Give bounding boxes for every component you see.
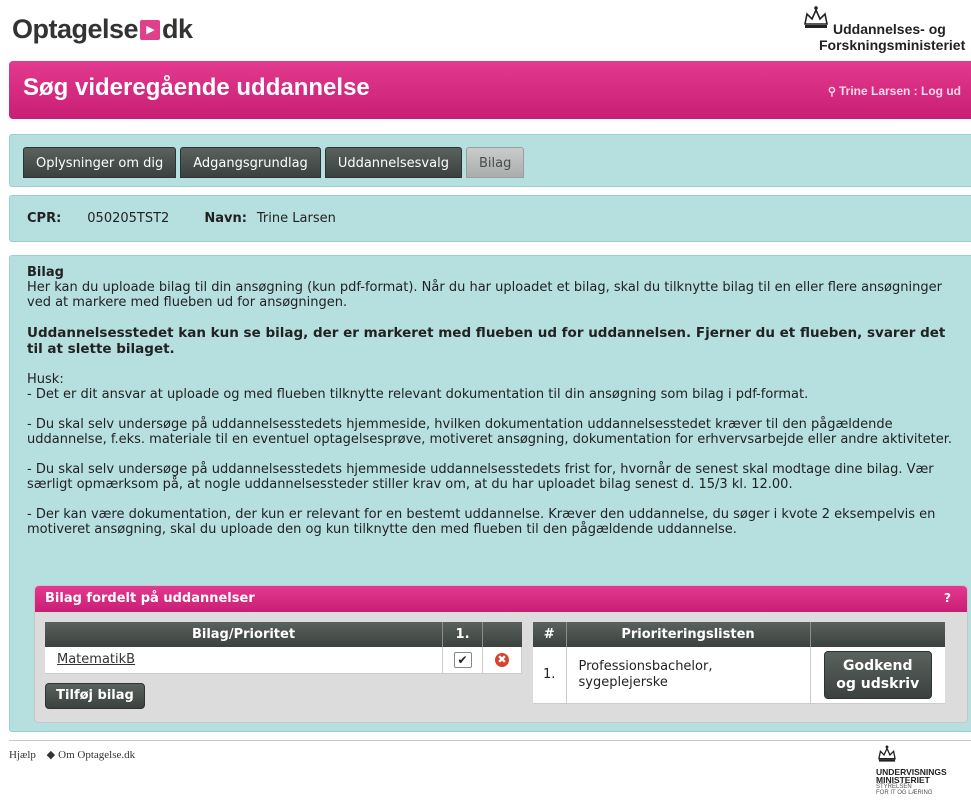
delete-icon[interactable]: ✖ — [495, 653, 509, 668]
warning-text: Uddannelsesstedet kan kun se bilag, der … — [27, 325, 946, 357]
user-icon: ⚲ — [827, 86, 836, 98]
tab-uddannelsesvalg[interactable]: Uddannelsesvalg — [324, 147, 462, 178]
page-title: Søg videregående uddannelse — [23, 74, 370, 101]
uvm-line4: FOR IT OG LÆRING — [876, 790, 933, 796]
tab-oplysninger[interactable]: Oplysninger om dig — [23, 147, 177, 178]
about-link[interactable]: ◆ Om Optagelse.dk — [47, 749, 135, 761]
bilag-main-panel: Bilag Her kan du uploade bilag til din a… — [9, 255, 971, 732]
logo-text-right: dk — [162, 14, 193, 44]
tab-adgangsgrundlag[interactable]: Adgangsgrundlag — [180, 147, 321, 178]
col-prioriteringslisten: Prioriteringslisten — [566, 622, 811, 647]
priority-table: # Prioriteringslisten 1. Professionsbach… — [533, 622, 945, 704]
name-label: Navn: — [204, 211, 247, 226]
col-number: # — [533, 622, 567, 647]
tag-icon: ◆ — [46, 749, 56, 761]
instruction-point-3: - Du skal selv undersøge på uddannelsess… — [27, 462, 934, 492]
ministry-name-line1: Uddannelses- og — [833, 21, 946, 37]
approve-label-line1: Godkend — [842, 657, 913, 674]
attach-checkbox[interactable]: ✔ — [453, 651, 472, 668]
table-row: 1. Professionsbachelor, sygeplejerske Go… — [533, 647, 945, 704]
approve-print-button[interactable]: Godkend og udskriv — [823, 650, 932, 699]
user-logout-label: Trine Larsen : Log ud — [838, 84, 961, 98]
ministry-logo: Uddannelses- og Forskningsministeriet — [801, 4, 971, 54]
add-bilag-button[interactable]: Tilføj bilag — [45, 683, 145, 709]
bilag-distribution-box: Bilag fordelt på uddannelser ? Bilag/Pri… — [34, 585, 968, 723]
bilag-file-link[interactable]: MatematikB — [57, 652, 135, 667]
logo-text-left: Optagelse — [12, 14, 139, 44]
instruction-point-2: - Du skal selv undersøge på uddannelsess… — [27, 417, 952, 447]
col-actions — [482, 622, 522, 647]
logo-arrow-icon: ▸ — [140, 19, 161, 40]
help-link[interactable]: Hjælp — [9, 749, 36, 761]
husk-label: Husk: — [27, 372, 64, 387]
instruction-point-1: - Det er dit ansvar at uploade og med fl… — [27, 387, 809, 402]
crown-icon — [878, 745, 896, 762]
uvm-line2: MINISTERIET — [876, 775, 930, 785]
instruction-point-4: - Der kan være dokumentation, der kun er… — [27, 507, 936, 537]
person-info-panel: CPR: 050205TST2 Navn: Trine Larsen — [9, 195, 971, 242]
tab-bar: Oplysninger om dig Adgangsgrundlag Uddan… — [23, 147, 525, 178]
bilag-distribution-header: Bilag fordelt på uddannelser ? — [35, 586, 967, 612]
name-value: Trine Larsen — [256, 211, 336, 226]
help-icon[interactable]: ? — [944, 591, 951, 605]
user-logout-link[interactable]: ⚲ Trine Larsen : Log ud — [828, 84, 961, 98]
row-number: 1. — [533, 647, 567, 704]
cpr-label: CPR: — [27, 211, 62, 226]
ministry-name-line2: Forskningsministeriet — [819, 37, 966, 53]
priority-table-header: # Prioriteringslisten — [533, 622, 945, 647]
bilag-table-header: Bilag/Prioritet 1. — [45, 622, 522, 647]
col-approve — [810, 622, 945, 647]
top-header: Optagelse ▸ dk Uddannelses- og Forskning… — [0, 0, 971, 55]
intro-text: Her kan du uploade bilag til din ansøgni… — [27, 280, 942, 310]
bilag-distribution-title: Bilag fordelt på uddannelser — [45, 591, 255, 606]
bilag-instructions: Bilag Her kan du uploade bilag til din a… — [27, 265, 957, 552]
undervisningsministeriet-logo: UNDERVISNINGS MINISTERIET STYRELSEN FOR … — [876, 744, 971, 802]
table-row: MatematikB ✔ ✖ — [45, 647, 522, 674]
bilag-table: Bilag/Prioritet 1. MatematikB ✔ ✖ — [45, 622, 522, 674]
footer-divider — [9, 740, 971, 741]
tabs-panel: Oplysninger om dig Adgangsgrundlag Uddan… — [9, 134, 971, 187]
approve-label-line2: og udskriv — [836, 675, 920, 692]
section-heading: Bilag — [27, 265, 64, 280]
optagelse-logo[interactable]: Optagelse ▸ dk — [12, 14, 193, 45]
cpr-value: 050205TST2 — [87, 211, 170, 226]
program-name-line1: Professionsbachelor, — [578, 658, 713, 674]
page-banner: Søg videregående uddannelse ⚲ Trine Larse… — [9, 61, 971, 119]
footer-links: Hjælp ◆ Om Optagelse.dk — [9, 748, 143, 761]
col-bilag-prioritet: Bilag/Prioritet — [45, 622, 444, 647]
tab-bilag[interactable]: Bilag — [465, 147, 525, 178]
program-name-line2: sygeplejerske — [578, 674, 668, 690]
col-priority-1: 1. — [442, 622, 484, 647]
